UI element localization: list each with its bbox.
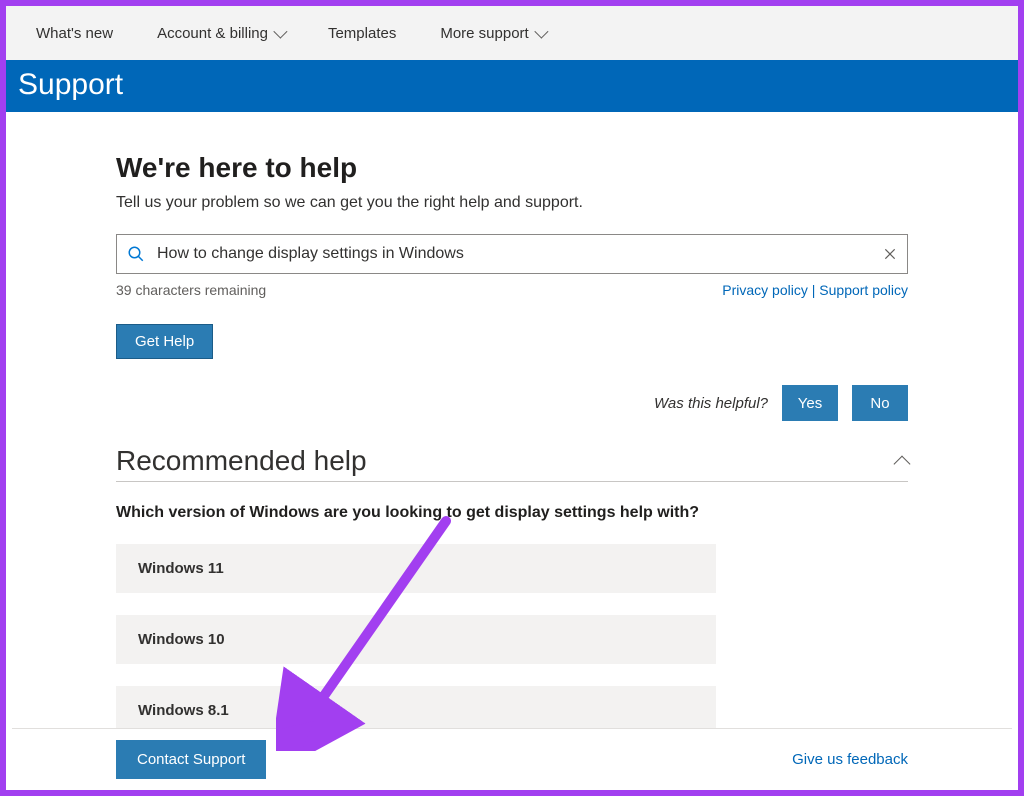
feedback-link[interactable]: Give us feedback — [792, 751, 908, 768]
top-nav: What's new Account & billing Templates M… — [6, 6, 1018, 60]
chars-remaining: 39 characters remaining — [116, 282, 266, 298]
nav-label: Account & billing — [157, 25, 268, 42]
nav-account-billing[interactable]: Account & billing — [157, 25, 284, 42]
privacy-policy-link[interactable]: Privacy policy — [722, 282, 808, 298]
search-input[interactable] — [157, 245, 871, 263]
helpful-row: Was this helpful? Yes No — [116, 385, 908, 421]
option-windows-10[interactable]: Windows 10 — [116, 615, 716, 664]
contact-support-button[interactable]: Contact Support — [116, 740, 266, 779]
chevron-down-icon — [534, 25, 548, 39]
chevron-up-icon[interactable] — [894, 456, 911, 473]
chevron-down-icon — [273, 25, 287, 39]
separator: | — [808, 282, 819, 298]
recommended-title: Recommended help — [116, 445, 367, 477]
nav-templates[interactable]: Templates — [328, 25, 396, 42]
banner-title: Support — [18, 68, 123, 101]
helpful-label: Was this helpful? — [654, 395, 768, 412]
get-help-row: Get Help — [116, 324, 908, 359]
recommended-header[interactable]: Recommended help — [116, 445, 908, 482]
page-subtitle: Tell us your problem so we can get you t… — [116, 194, 908, 212]
page-title: We're here to help — [116, 152, 908, 184]
search-box[interactable] — [116, 234, 908, 274]
no-button[interactable]: No — [852, 385, 908, 421]
nav-label: More support — [440, 25, 528, 42]
page-banner: Support — [6, 60, 1018, 112]
yes-button[interactable]: Yes — [782, 385, 838, 421]
main-content: We're here to help Tell us your problem … — [6, 112, 1018, 735]
close-icon[interactable] — [883, 247, 897, 261]
footer: Contact Support Give us feedback — [12, 728, 1012, 790]
under-searchbox: 39 characters remaining Privacy policy |… — [116, 282, 908, 298]
nav-label: What's new — [36, 25, 113, 42]
get-help-button[interactable]: Get Help — [116, 324, 213, 359]
recommended-question: Which version of Windows are you looking… — [116, 504, 908, 522]
option-windows-11[interactable]: Windows 11 — [116, 544, 716, 593]
nav-whats-new[interactable]: What's new — [36, 25, 113, 42]
support-policy-link[interactable]: Support policy — [819, 282, 908, 298]
policy-links: Privacy policy | Support policy — [722, 282, 908, 298]
nav-more-support[interactable]: More support — [440, 25, 544, 42]
search-icon — [127, 245, 145, 263]
nav-label: Templates — [328, 25, 396, 42]
